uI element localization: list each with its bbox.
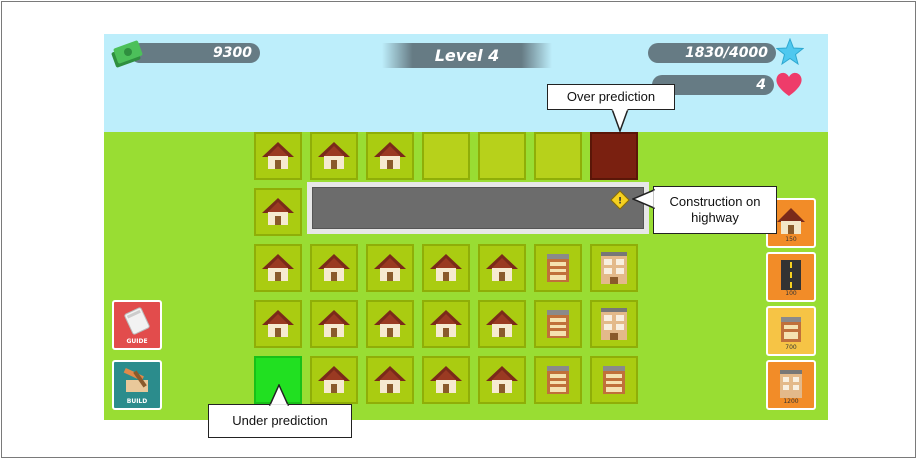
over-prediction-tile[interactable] — [590, 132, 638, 180]
house-tile[interactable] — [422, 244, 470, 292]
level-title: Level 4 — [382, 43, 552, 68]
callout-highway-line2: highway — [691, 210, 739, 225]
build-button[interactable]: BUILD — [112, 360, 162, 410]
house-icon — [430, 254, 462, 281]
house-tile[interactable] — [254, 132, 302, 180]
house-icon — [777, 208, 805, 234]
house-icon — [486, 254, 518, 281]
build-button-label: BUILD — [126, 398, 148, 405]
shop-item-shop[interactable]: 700 — [766, 306, 816, 356]
callout-under-prediction: Under prediction — [208, 404, 352, 438]
house-icon — [430, 366, 462, 393]
shop-tile[interactable] — [534, 356, 582, 404]
callout-over-prediction: Over prediction — [547, 84, 675, 110]
house-tile[interactable] — [310, 300, 358, 348]
guide-button[interactable]: GUIDE — [112, 300, 162, 350]
house-icon — [430, 310, 462, 337]
house-icon — [486, 366, 518, 393]
empty-tile[interactable] — [478, 132, 526, 180]
shop-shop-price: 700 — [785, 344, 797, 351]
shop-house-price: 150 — [785, 236, 797, 243]
shop-item-tower[interactable]: 1200 — [766, 360, 816, 410]
house-tile[interactable] — [254, 300, 302, 348]
house-tile[interactable] — [254, 244, 302, 292]
svg-text:!: ! — [618, 197, 622, 207]
money-counter: 9300 — [130, 43, 260, 63]
house-tile[interactable] — [478, 300, 526, 348]
house-icon — [262, 142, 294, 169]
shop-tile[interactable] — [590, 356, 638, 404]
house-tile[interactable] — [366, 300, 414, 348]
shop-tower-price: 1200 — [783, 398, 799, 405]
shop-tile[interactable] — [534, 244, 582, 292]
tower-tile[interactable] — [590, 244, 638, 292]
callout-under-text: Under prediction — [232, 413, 328, 428]
house-tile[interactable] — [478, 244, 526, 292]
house-tile[interactable] — [310, 244, 358, 292]
shop-building-icon — [547, 254, 569, 282]
callout-under-arrow — [268, 384, 290, 406]
guide-button-label: GUIDE — [126, 338, 148, 345]
score-counter: 1830/4000 — [648, 43, 776, 63]
house-icon — [262, 198, 294, 225]
tower-building-icon — [780, 370, 802, 398]
shop-building-icon — [781, 317, 801, 342]
empty-tile[interactable] — [534, 132, 582, 180]
house-icon — [318, 254, 350, 281]
tower-tile[interactable] — [590, 300, 638, 348]
house-tile[interactable] — [366, 356, 414, 404]
house-icon — [262, 254, 294, 281]
house-tile[interactable] — [366, 132, 414, 180]
callout-highway-construction: Construction on highway — [653, 186, 777, 234]
shop-tile[interactable] — [534, 300, 582, 348]
house-tile[interactable] — [422, 300, 470, 348]
house-tile[interactable] — [310, 356, 358, 404]
figure-frame: 9300 Level 4 1830/4000 4 ! GUIDE BUILD 1… — [1, 1, 916, 458]
house-icon — [374, 254, 406, 281]
house-tile[interactable] — [422, 356, 470, 404]
house-icon — [318, 142, 350, 169]
shop-building-icon — [603, 366, 625, 394]
shop-road-price: 100 — [785, 290, 797, 297]
highway-asphalt — [312, 187, 644, 229]
construction-warning-icon[interactable]: ! — [610, 190, 630, 210]
callout-highway-line1: Construction on — [669, 194, 761, 209]
callout-over-text: Over prediction — [566, 89, 656, 104]
road-icon — [781, 260, 801, 290]
house-tile[interactable] — [366, 244, 414, 292]
house-icon — [486, 310, 518, 337]
empty-tile[interactable] — [422, 132, 470, 180]
house-icon — [374, 142, 406, 169]
money-icon — [111, 40, 143, 68]
build-tools-icon — [123, 367, 148, 392]
tower-building-icon — [601, 252, 627, 284]
house-icon — [374, 310, 406, 337]
heart-icon — [776, 72, 802, 96]
house-icon — [318, 310, 350, 337]
tower-building-icon — [601, 308, 627, 340]
house-icon — [318, 366, 350, 393]
house-icon — [262, 310, 294, 337]
shop-item-road[interactable]: 100 — [766, 252, 816, 302]
shop-building-icon — [547, 310, 569, 338]
house-tile[interactable] — [310, 132, 358, 180]
house-tile[interactable] — [478, 356, 526, 404]
guide-book-icon — [124, 307, 150, 335]
house-tile[interactable] — [254, 188, 302, 236]
callout-highway-arrow — [632, 188, 656, 210]
shop-building-icon — [547, 366, 569, 394]
house-icon — [374, 366, 406, 393]
callout-over-arrow — [611, 109, 629, 133]
highway[interactable] — [307, 182, 649, 234]
star-icon — [776, 38, 804, 66]
